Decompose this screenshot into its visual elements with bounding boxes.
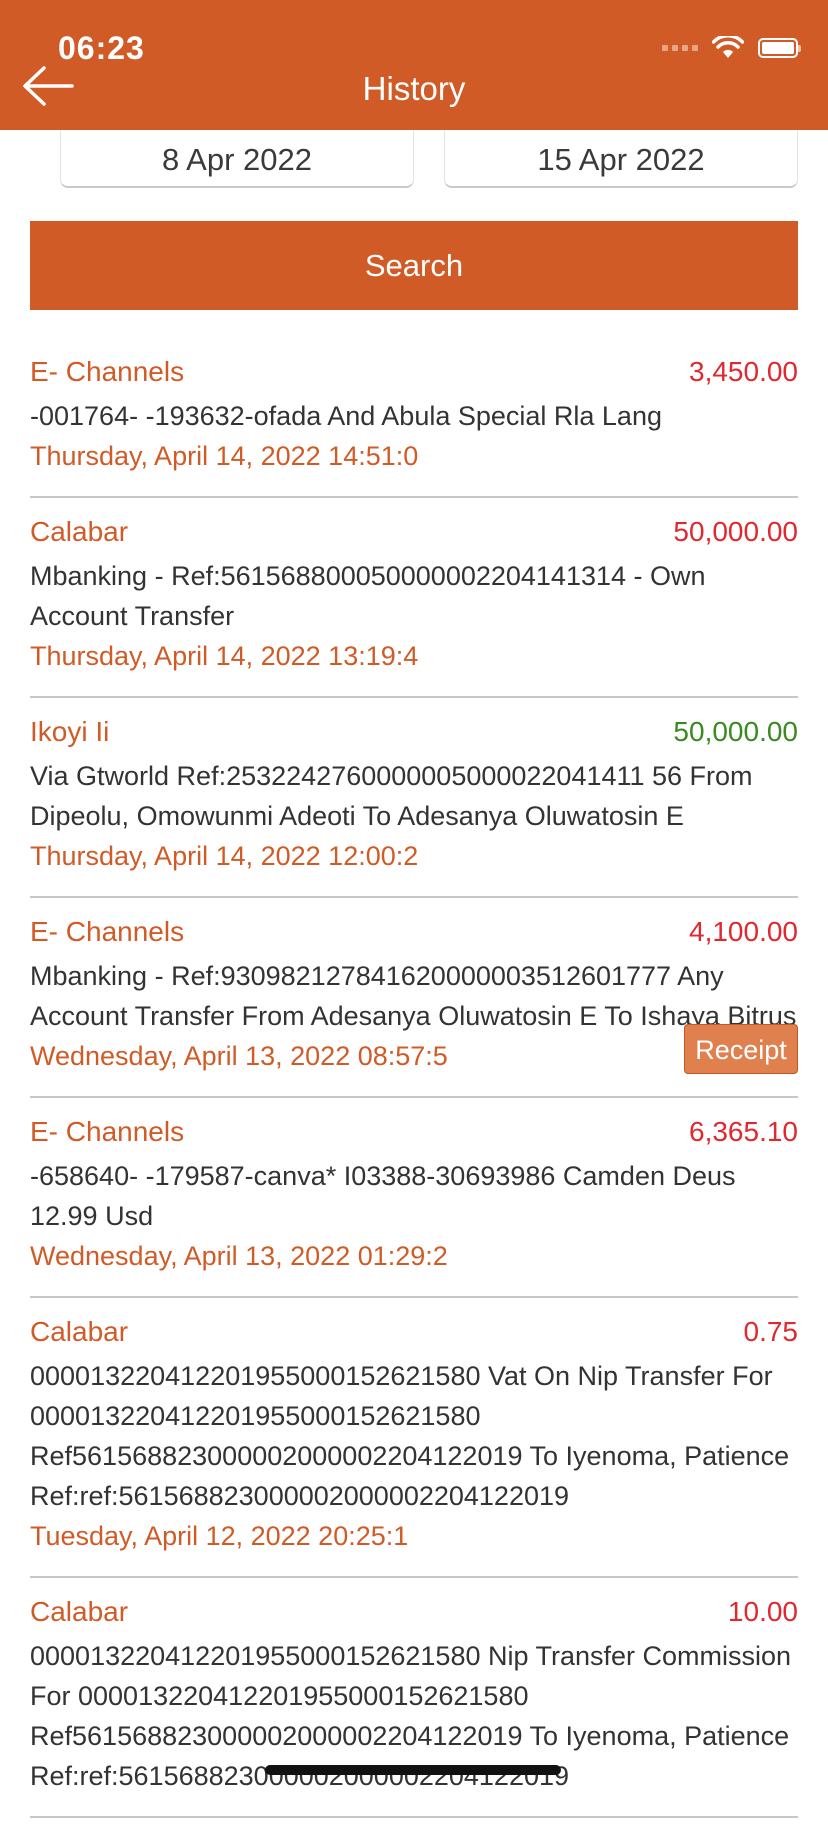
- transaction-channel: Calabar: [30, 516, 129, 547]
- transaction-row[interactable]: Calabar 50,000.00 Mbanking - Ref:5615688…: [30, 516, 798, 698]
- search-button[interactable]: Search: [30, 221, 798, 310]
- transaction-narration: -001764- -193632-ofada And Abula Special…: [30, 401, 662, 431]
- transaction-channel: E- Channels: [30, 916, 185, 947]
- transaction-narration: -658640- -179587-canva* I03388-30693986 …: [30, 1161, 736, 1231]
- cellular-signal-icon: [662, 45, 698, 51]
- transaction-narration: Via Gtworld Ref:253224276000000500002204…: [30, 761, 753, 831]
- transaction-list: E- Channels 3,450.00 -001764- -193632-of…: [30, 356, 798, 1836]
- transaction-date: Wednesday, April 13, 2022 01:29:2: [30, 1241, 448, 1271]
- transaction-amount: 6,365.10: [689, 1116, 798, 1147]
- page-title: History: [362, 70, 466, 107]
- status-icons: [662, 36, 801, 60]
- transaction-channel: E- Channels: [30, 1116, 185, 1147]
- transaction-channel: E- Channels: [30, 356, 185, 387]
- transaction-amount: 50,000.00: [673, 516, 798, 547]
- transaction-amount: 10.00: [727, 1596, 798, 1627]
- transaction-date: Thursday, April 14, 2022 12:00:2: [30, 841, 419, 871]
- transaction-row[interactable]: E- Channels 6,365.10 -658640- -179587-ca…: [30, 1116, 798, 1298]
- receipt-button[interactable]: Receipt: [684, 1024, 798, 1074]
- status-time: 06:23: [58, 30, 145, 66]
- transaction-amount: 4,100.00: [689, 916, 798, 947]
- transaction-date: Thursday, April 14, 2022 14:51:0: [30, 441, 419, 471]
- transaction-row[interactable]: Calabar 0.75 000013220412201955000152621…: [30, 1316, 798, 1578]
- transaction-row[interactable]: Calabar 10.00 00001322041220195500015262…: [30, 1596, 798, 1818]
- transaction-date: Tuesday, April 12, 2022 20:25:1: [30, 1521, 409, 1551]
- transaction-amount: 0.75: [743, 1316, 799, 1347]
- transaction-channel: Calabar: [30, 1596, 129, 1627]
- home-indicator: [265, 1765, 561, 1775]
- transaction-date: Thursday, April 14, 2022 13:19:4: [30, 641, 419, 671]
- transaction-date: Wednesday, April 13, 2022 08:57:5: [30, 1041, 448, 1071]
- transaction-amount: 3,450.00: [689, 356, 798, 387]
- transaction-amount: 50,000.00: [673, 716, 798, 747]
- transaction-row[interactable]: E- Channels 3,450.00 -001764- -193632-of…: [30, 356, 798, 498]
- transaction-row[interactable]: E- Channels 4,100.00 Mbanking - Ref:9309…: [30, 916, 798, 1098]
- date-from-field[interactable]: 8 Apr 2022: [60, 130, 414, 188]
- app-header: 06:23 History: [0, 0, 828, 130]
- date-to-field[interactable]: 15 Apr 2022: [444, 130, 798, 188]
- transaction-row[interactable]: Ikoyi Ii 50,000.00 Via Gtworld Ref:25322…: [30, 716, 798, 898]
- transaction-narration: Mbanking - Ref:9309821278416200000035126…: [30, 961, 797, 1031]
- wifi-icon: [712, 36, 744, 58]
- transaction-narration: Mbanking - Ref:5615688000500000022041413…: [30, 561, 706, 631]
- battery-icon: [758, 38, 801, 58]
- transaction-narration: 000013220412201955000152621580 Vat On Ni…: [30, 1361, 790, 1511]
- transaction-channel: Ikoyi Ii: [30, 716, 110, 747]
- transaction-channel: Calabar: [30, 1316, 129, 1347]
